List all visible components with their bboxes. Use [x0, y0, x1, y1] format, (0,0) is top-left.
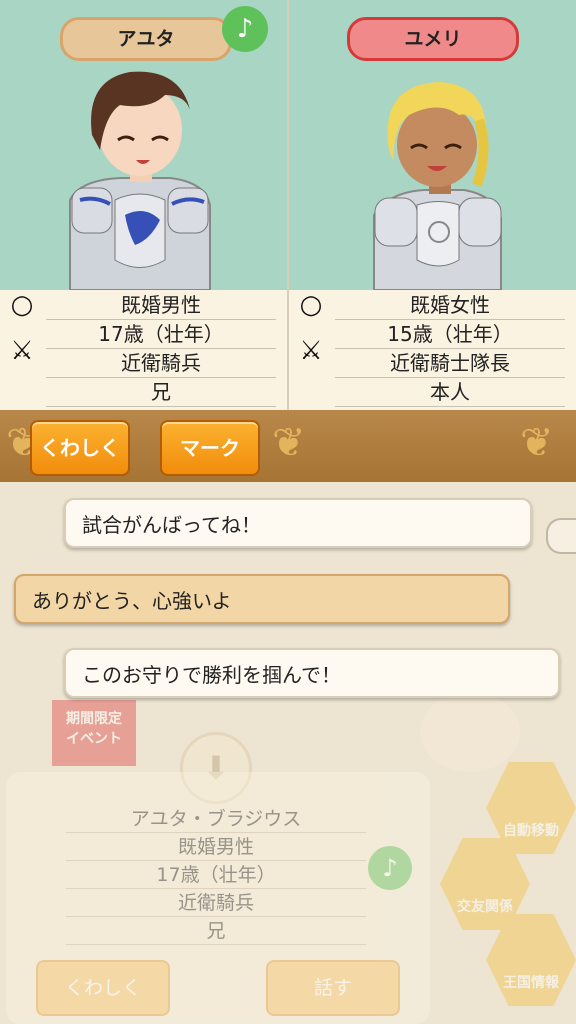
- right-age: 15歳（壮年）: [335, 319, 565, 349]
- left-age: 17歳（壮年）: [46, 319, 276, 349]
- limited-event-badge[interactable]: 期間限定 イベント: [52, 700, 136, 766]
- card-details-button[interactable]: くわしく: [36, 960, 170, 1016]
- right-relation: 本人: [335, 377, 565, 407]
- card-talk-button[interactable]: 話す: [266, 960, 400, 1016]
- ring-icon: ○: [10, 290, 34, 320]
- right-job: 近衛騎士隊長: [335, 348, 565, 378]
- left-character-info: ○ ⚔ 既婚男性 17歳（壮年） 近衛騎兵 兄: [0, 290, 287, 410]
- music-note-icon[interactable]: ♪: [368, 846, 412, 890]
- details-button[interactable]: くわしく: [30, 420, 130, 476]
- crossed-swords-icon: ⚔: [299, 336, 323, 366]
- ornament-icon: ❦: [520, 420, 554, 466]
- dialogue-bubble-left[interactable]: ありがとう、心強いよ: [14, 574, 510, 624]
- ring-icon: ○: [299, 290, 323, 320]
- card-name: アユタ・ブラジウス: [66, 804, 366, 833]
- right-status: 既婚女性: [335, 290, 565, 320]
- treasure-chest-icon[interactable]: [420, 692, 520, 772]
- left-character-name: アユタ: [60, 17, 232, 61]
- crossed-swords-icon: ⚔: [10, 336, 34, 366]
- tap-hand-icon[interactable]: [546, 518, 576, 554]
- dialogue-bubble-right[interactable]: このお守りで勝利を掴んで！: [64, 648, 560, 698]
- mark-button[interactable]: マーク: [160, 420, 260, 476]
- ornament-icon: ❦: [272, 420, 306, 466]
- right-character-name: ユメリ: [347, 17, 519, 61]
- right-character-info: ○ ⚔ 既婚女性 15歳（壮年） 近衛騎士隊長 本人: [289, 290, 576, 410]
- card-job: 近衛騎兵: [66, 888, 366, 917]
- left-status: 既婚男性: [46, 290, 276, 320]
- dialogue-bubble-right[interactable]: 試合がんばってね！: [64, 498, 532, 548]
- left-job: 近衛騎兵: [46, 348, 276, 378]
- card-relation: 兄: [66, 916, 366, 945]
- card-status: 既婚男性: [66, 832, 366, 861]
- card-age: 17歳（壮年）: [66, 860, 366, 889]
- music-note-icon[interactable]: ♪: [222, 6, 268, 52]
- left-relation: 兄: [46, 377, 276, 407]
